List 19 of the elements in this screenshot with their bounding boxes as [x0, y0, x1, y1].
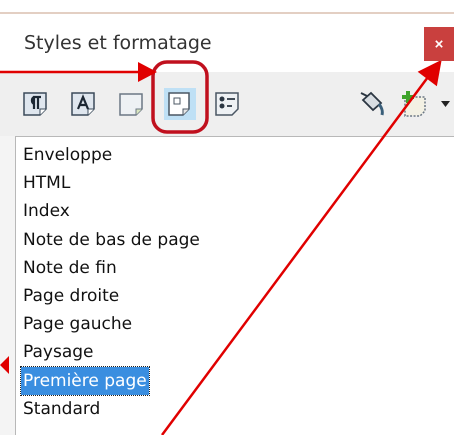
arrowhead [0, 356, 9, 374]
style-list-item[interactable]: Standard [21, 394, 102, 424]
style-list-item[interactable]: Enveloppe [21, 141, 114, 170]
frame-page-icon [118, 91, 146, 117]
list-page-icon [214, 91, 242, 117]
style-category-button[interactable] [164, 88, 196, 120]
close-button[interactable]: × [424, 27, 454, 61]
pilcrow-page-icon [22, 91, 50, 117]
style-list-item[interactable]: Page gauche [21, 310, 134, 338]
style-list-item[interactable]: Note de bas de page [21, 226, 202, 254]
dropdown-button[interactable] [441, 101, 450, 107]
caret-down-icon [441, 101, 450, 107]
panel-title: Styles et formatage [24, 32, 212, 54]
style-list-item[interactable]: Note de fin [21, 254, 119, 282]
style-list-item[interactable]: Paysage [21, 338, 96, 367]
letter-page-icon [70, 91, 98, 117]
style-list-item[interactable]: Page droite [21, 282, 122, 310]
style-list-item[interactable]: Index [21, 197, 72, 226]
style-list-item[interactable]: HTML [21, 169, 72, 198]
